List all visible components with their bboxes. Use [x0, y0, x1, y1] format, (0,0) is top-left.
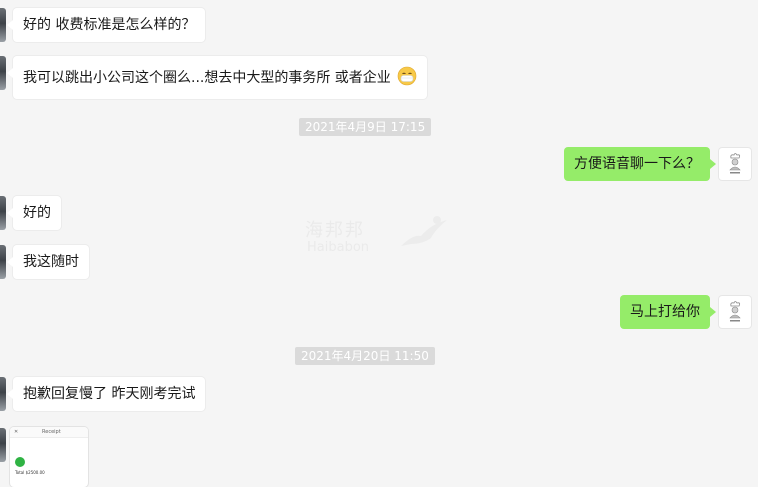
message-text: 抱歉回复慢了 昨天刚考完试 — [23, 386, 196, 402]
my-avatar[interactable] — [718, 147, 752, 181]
runner-logo-icon — [401, 216, 447, 246]
thumbnail-header: ✕ Receipt — [10, 427, 88, 438]
message-row-right: 马上打给你 — [0, 295, 758, 329]
message-bubble[interactable]: 我可以跳出小公司这个圈么...想去中大型的事务所 或者企业 — [6, 56, 428, 99]
chef-logo-icon — [729, 153, 741, 174]
message-row-left: 我可以跳出小公司这个圈么...想去中大型的事务所 或者企业 — [0, 56, 758, 99]
chef-logo-icon — [729, 301, 741, 322]
message-text: 好的 收费标准是怎么样的？ — [23, 17, 196, 33]
contact-avatar[interactable] — [0, 377, 6, 411]
close-icon: ✕ — [14, 429, 19, 435]
message-bubble[interactable]: 抱歉回复慢了 昨天刚考完试 — [6, 377, 206, 411]
contact-avatar[interactable] — [0, 56, 6, 90]
message-bubble[interactable]: 好的 收费标准是怎么样的？ — [6, 8, 206, 42]
message-row-left: 好的 收费标准是怎么样的？ — [0, 8, 758, 42]
contact-avatar[interactable] — [0, 8, 6, 42]
mask-face-emoji — [397, 66, 417, 86]
timestamp: 2021年4月20日 11:50 — [295, 347, 435, 365]
thumbnail-title: Receipt — [42, 429, 61, 435]
message-text: 马上打给你 — [630, 304, 700, 320]
message-bubble[interactable]: 我这随时 — [7, 245, 89, 279]
image-message-thumbnail[interactable]: ✕ Receipt Total $2500.00 — [10, 427, 88, 487]
message-text: 好的 — [23, 205, 51, 221]
message-text: 我这随时 — [23, 254, 79, 270]
thumbnail-amount: Total $2500.00 — [15, 470, 45, 475]
contact-avatar[interactable] — [0, 245, 6, 279]
contact-avatar[interactable] — [0, 428, 6, 462]
message-text: 方便语音聊一下么？ — [574, 156, 700, 172]
contact-avatar[interactable] — [0, 196, 6, 230]
timestamp: 2021年4月9日 17:15 — [299, 118, 432, 136]
watermark-logo: 海邦邦 Haibabon — [305, 212, 455, 262]
message-text: 我可以跳出小公司这个圈么...想去中大型的事务所 或者企业 — [23, 70, 391, 86]
message-row-right: 方便语音聊一下么？ — [0, 147, 758, 181]
check-circle-icon — [15, 457, 25, 467]
message-bubble[interactable]: 马上打给你 — [620, 295, 716, 329]
message-bubble[interactable]: 好的 — [7, 196, 61, 230]
my-avatar[interactable] — [718, 295, 752, 329]
watermark-brand-cn: 海邦邦 — [305, 220, 365, 241]
watermark-brand-en: Haibabon — [307, 240, 370, 255]
message-row-left: 抱歉回复慢了 昨天刚考完试 — [0, 377, 758, 411]
message-bubble[interactable]: 方便语音聊一下么？ — [564, 147, 716, 181]
